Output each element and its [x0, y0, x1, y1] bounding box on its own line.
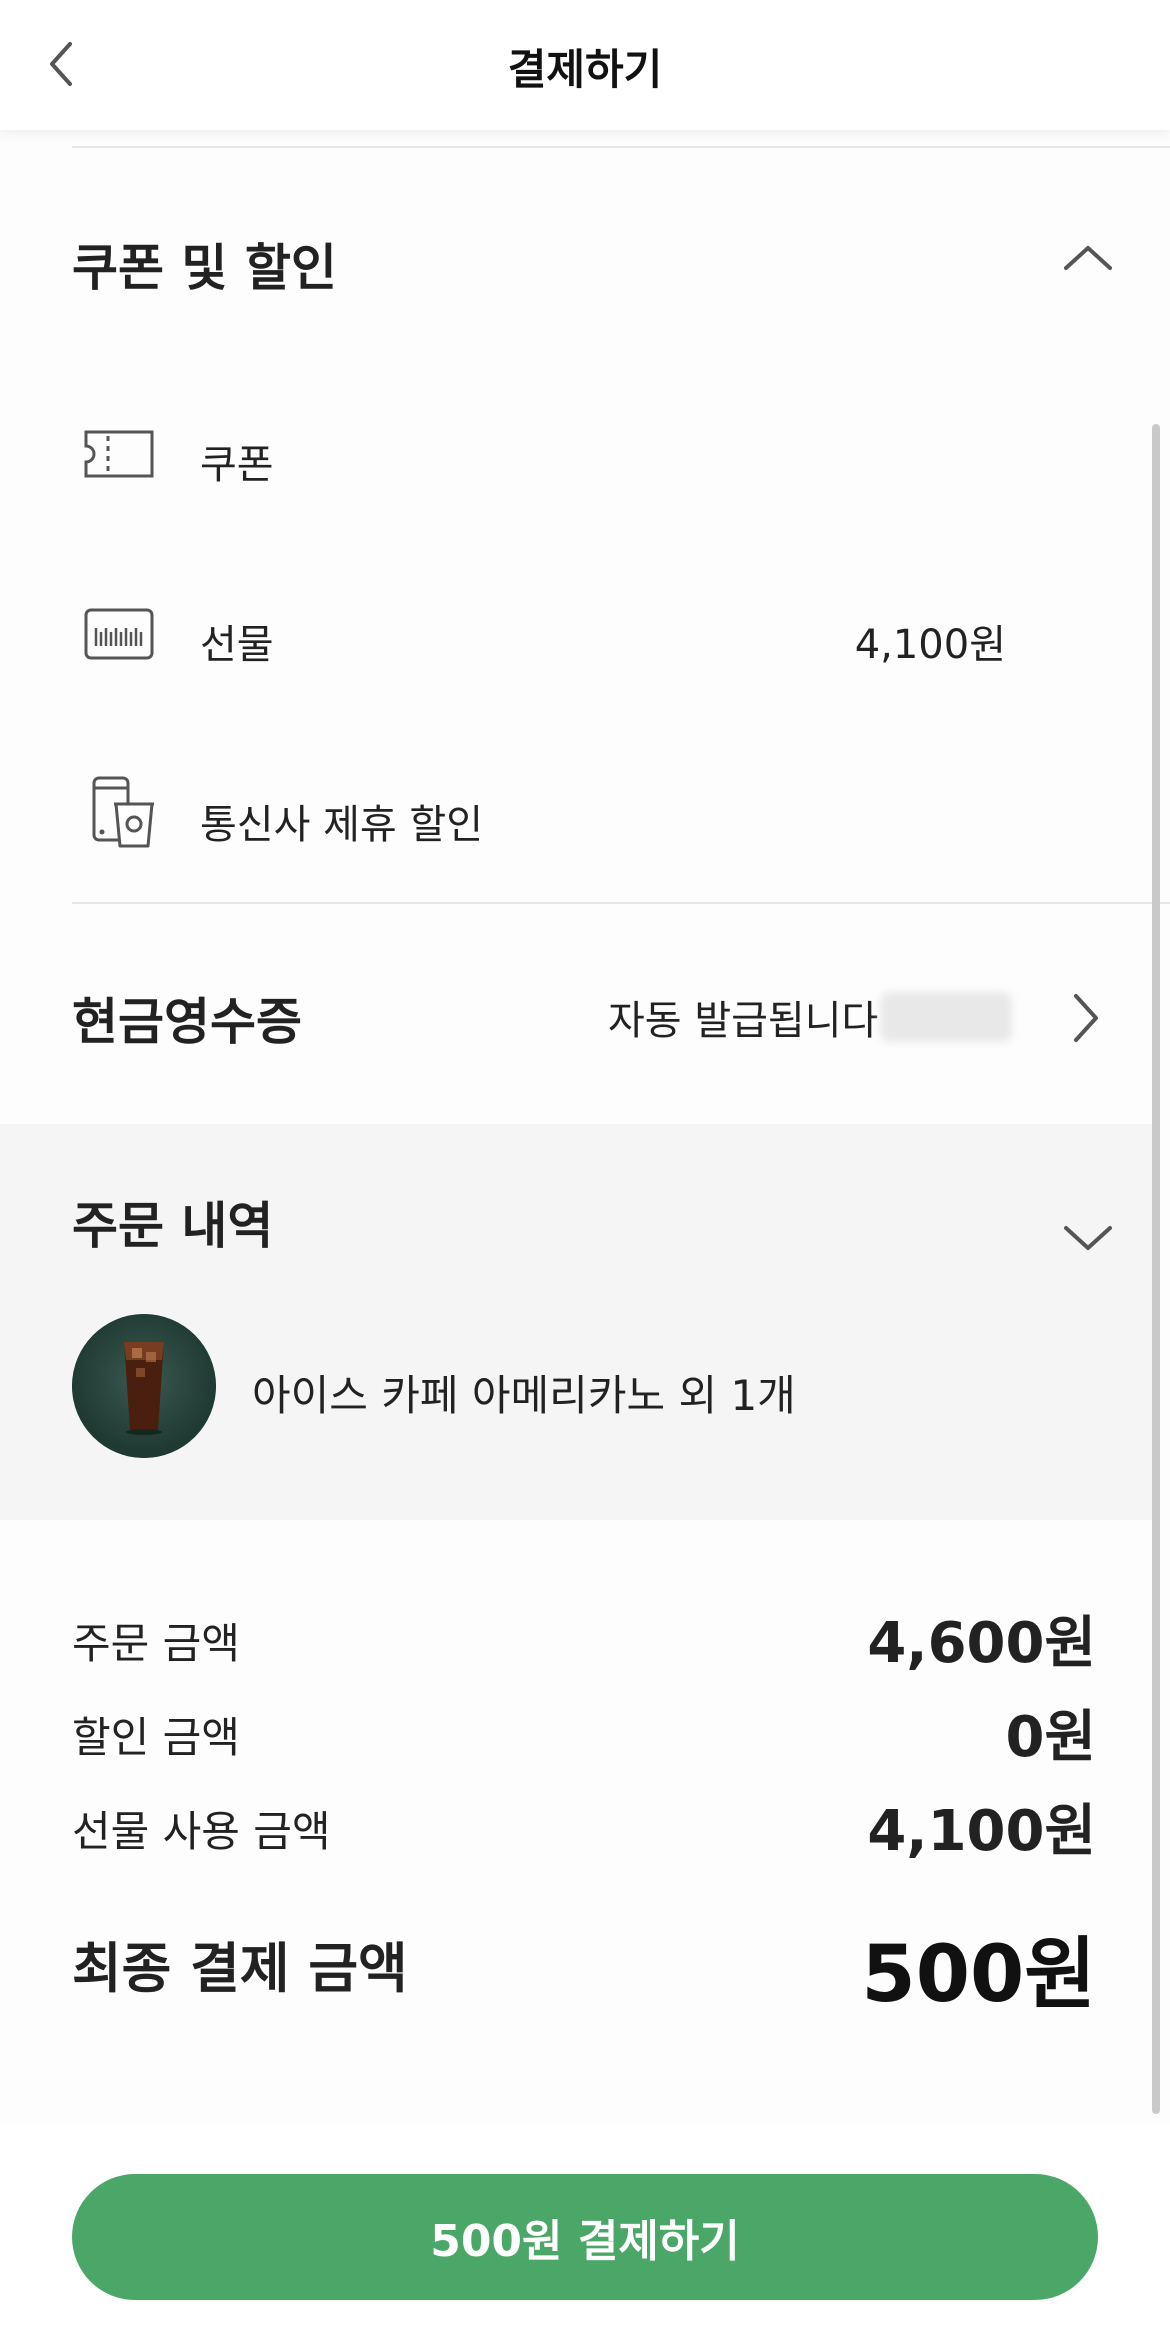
order-item-summary[interactable]: 아이스 카페 아메리카노 외 1개 — [252, 1362, 796, 1423]
order-history-section: 주문 내역 아이스 카페 아메리카노 외 1개 — [0, 1124, 1152, 1520]
iced-coffee-image — [72, 1314, 216, 1458]
final-amount-label: 최종 결제 금액 — [72, 1937, 408, 2000]
cash-receipt-label: 현금영수증 — [72, 993, 302, 1051]
telecom-discount-row[interactable]: 통신사 제휴 할인 — [72, 764, 1032, 864]
chevron-up-icon[interactable] — [1058, 238, 1118, 278]
gift-row[interactable]: 선물 4,100원 — [72, 584, 1032, 684]
phone-cup-icon — [92, 776, 154, 848]
coupon-section-title: 쿠폰 및 할인 — [72, 239, 337, 297]
order-history-title: 주문 내역 — [72, 1197, 274, 1255]
coupon-label: 쿠폰 — [200, 442, 274, 488]
order-amount-label: 주문 금액 — [72, 1619, 240, 1668]
telecom-discount-label: 통신사 제휴 할인 — [200, 802, 484, 848]
pay-button[interactable]: 500원 결제하기 — [72, 2174, 1098, 2300]
gift-label: 선물 — [200, 622, 274, 668]
checkout-page: 결제하기 쿠폰 및 할인 쿠폰 선물 4,100원 통신사 제휴 할인 현금영수… — [0, 0, 1170, 2328]
page-title: 결제하기 — [507, 45, 663, 94]
discount-amount-value: 0원 — [1005, 1705, 1097, 1770]
order-amount-value: 4,600원 — [867, 1611, 1096, 1676]
cash-receipt-value[interactable]: 자동 발급됩니다 — [608, 988, 878, 1046]
discount-amount-label: 할인 금액 — [72, 1713, 240, 1762]
final-amount-value: 500원 — [861, 1930, 1096, 2020]
section-divider — [72, 902, 1170, 904]
footer-bar: 500원 결제하기 — [0, 2124, 1170, 2328]
app-header: 결제하기 — [0, 0, 1170, 130]
gift-card-icon — [84, 608, 154, 660]
coupon-ticket-icon — [84, 430, 154, 478]
chevron-right-icon[interactable] — [1066, 990, 1106, 1046]
gift-value: 4,100원 — [854, 622, 1006, 668]
top-divider — [72, 146, 1170, 148]
coupon-row[interactable]: 쿠폰 — [72, 404, 1032, 504]
masked-receipt-number — [880, 992, 1012, 1042]
chevron-down-icon[interactable] — [1058, 1218, 1118, 1258]
gift-usage-label: 선물 사용 금액 — [72, 1807, 331, 1856]
gift-usage-value: 4,100원 — [867, 1799, 1096, 1864]
iced-americano-thumbnail — [72, 1314, 216, 1458]
scrollbar[interactable] — [1152, 424, 1160, 2114]
